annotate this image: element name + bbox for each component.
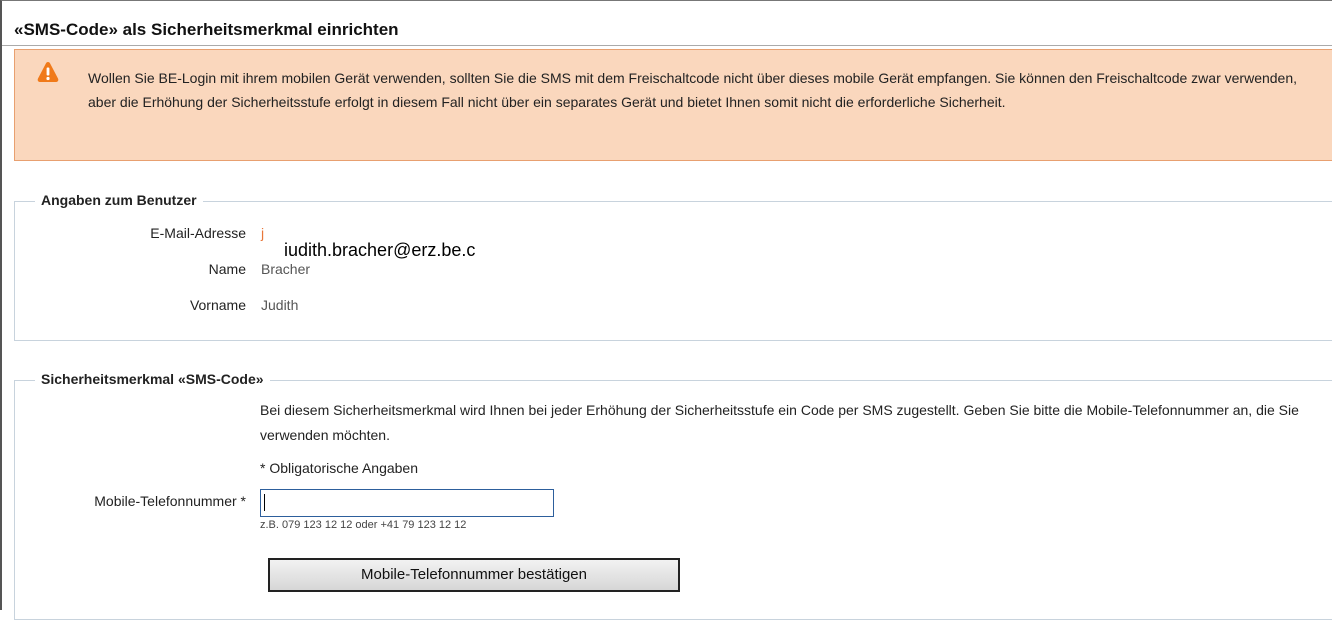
phone-hint: z.B. 079 123 12 12 oder +41 79 123 12 12: [260, 519, 467, 531]
firstname-label: Vorname: [189, 297, 246, 313]
text-cursor: [264, 494, 265, 511]
user-info-legend: Angaben zum Benutzer: [35, 192, 203, 208]
name-value: Bracher: [261, 261, 311, 277]
alert-message: Wollen Sie BE-Login mit ihrem mobilen Ge…: [88, 70, 1298, 110]
confirm-phone-button[interactable]: Mobile-Telefonnummer bestätigen: [268, 558, 680, 592]
phone-input[interactable]: [260, 489, 554, 517]
name-label: Name: [208, 261, 246, 277]
sms-description: Bei diesem Sicherheitsmerkmal wird Ihnen…: [260, 402, 1299, 443]
title-divider: [2, 45, 1332, 46]
warning-alert: Wollen Sie BE-Login mit ihrem mobilen Ge…: [14, 49, 1332, 161]
required-note: * Obligatorische Angaben: [260, 460, 418, 476]
email-overlay-text: iudith.bracher@erz.be.c: [284, 240, 476, 260]
phone-label: Mobile-Telefonnummer *: [94, 493, 246, 509]
sms-code-legend: Sicherheitsmerkmal «SMS-Code»: [35, 371, 270, 387]
firstname-value: Judith: [261, 297, 299, 313]
warning-icon: [37, 62, 59, 82]
email-value: j: [261, 225, 265, 241]
page-title: «SMS-Code» als Sicherheitsmerkmal einric…: [14, 20, 399, 39]
email-label: E-Mail-Adresse: [150, 225, 246, 241]
